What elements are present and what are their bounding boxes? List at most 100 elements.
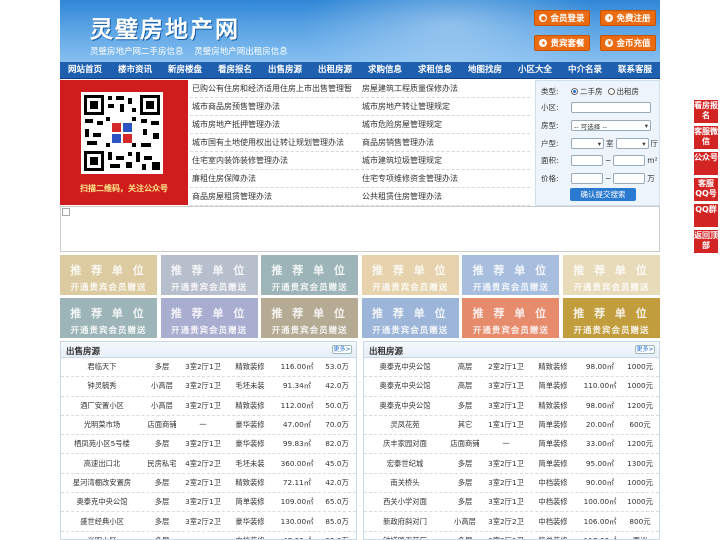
radio-second-hand[interactable] — [571, 88, 578, 95]
area-max-input[interactable] — [613, 155, 646, 166]
listing-community[interactable]: 宏泰世纪城 — [364, 459, 446, 469]
policy-link[interactable]: 商品房销售管理办法 — [360, 134, 530, 151]
ad-tile[interactable]: 推 荐 单 位开通贵宾会员赠送 — [261, 298, 359, 338]
policy-link[interactable]: 廉租住房保障办法 — [190, 170, 360, 187]
nav-map[interactable]: 地图找房 — [460, 62, 510, 78]
table-row[interactable]: 南关桥头 多层 3室2厅1卫 中档装修 90.00㎡ 1000元 — [364, 474, 659, 494]
ad-tile[interactable]: 推 荐 单 位开通贵宾会员赠送 — [60, 298, 157, 338]
table-row[interactable]: 奥泰克中央公馆 多层 3室2厅1卫 精致装修 98.00㎡ 1200元 — [364, 397, 659, 416]
table-row[interactable]: 光明小区多层一中档装修47.00㎡29.0万 — [61, 532, 356, 539]
listing-community[interactable]: 奥泰克中央公馆 — [61, 497, 143, 507]
listing-community[interactable]: 庆丰家园对面 — [364, 439, 446, 449]
subtitle-link-rent[interactable]: 灵璧房地产网出租房信息 — [194, 47, 288, 57]
ad-tile[interactable]: 推 荐 单 位开通贵宾会员赠送 — [563, 298, 660, 338]
listing-community[interactable]: 酒厂安置小区 — [61, 401, 143, 411]
table-row[interactable]: 酒厂安置小区 小高层 3室2厅1卫 精致装修 112.00㎡ 50.0万 — [61, 397, 356, 416]
listing-community[interactable]: 君临天下 — [61, 362, 143, 372]
side-qq[interactable]: 客服QQ号 — [694, 178, 718, 201]
ad-tile[interactable]: 推 荐 单 位开通贵宾会员赠送 — [60, 255, 157, 295]
nav-sale[interactable]: 出售房源 — [260, 62, 310, 78]
nav-contact[interactable]: 联系客服 — [610, 62, 660, 78]
price-min-input[interactable] — [571, 173, 603, 184]
listing-community[interactable]: 奥泰克中央公馆 — [364, 381, 446, 391]
vip-package-button[interactable]: ★ 贵宾套餐 — [534, 35, 590, 51]
ad-tile[interactable]: 推 荐 单 位开通贵宾会员赠送 — [160, 255, 258, 295]
price-max-input[interactable] — [613, 173, 646, 184]
banner-image[interactable] — [60, 206, 660, 252]
ad-tile[interactable]: 推 荐 单 位开通贵宾会员赠送 — [361, 255, 459, 295]
policy-link[interactable]: 城市房地产抵押管理办法 — [190, 116, 360, 133]
ad-tile[interactable]: 推 荐 单 位开通贵宾会员赠送 — [462, 298, 560, 338]
table-row[interactable]: 奥泰克中央公馆 高层 2室2厅1卫 精致装修 98.00㎡ 1000元 — [364, 358, 659, 378]
table-row[interactable]: 光明菜市场 店面商铺 一 豪华装修 47.00㎡ 70.0万 — [61, 416, 356, 436]
listing-community[interactable]: 新政府斜对门 — [364, 517, 446, 527]
table-row[interactable]: 君临天下 多层 3室2厅1卫 精致装修 116.00㎡ 53.0万 — [61, 358, 356, 378]
nav-wanted-rent[interactable]: 求租信息 — [410, 62, 460, 78]
policy-link[interactable]: 城市危险房屋管理规定 — [360, 116, 530, 133]
login-button[interactable]: ● 会员登录 — [534, 10, 590, 26]
nav-agents[interactable]: 中介名录 — [560, 62, 610, 78]
policy-link[interactable]: 房屋建筑工程质量保修办法 — [360, 80, 530, 97]
community-input[interactable] — [571, 102, 651, 113]
nav-home[interactable]: 网站首页 — [60, 62, 110, 78]
table-row[interactable]: 高速出口北 民房私宅 4室2厅2卫 毛坯未装 360.00㎡ 45.0万 — [61, 454, 356, 474]
side-official-account[interactable]: 公众号 — [694, 152, 718, 175]
ad-tile[interactable]: 推 荐 单 位开通贵宾会员赠送 — [563, 255, 660, 295]
site-title[interactable]: 灵璧房地产网 — [90, 10, 240, 44]
policy-link[interactable]: 城市房地产转让管理规定 — [360, 98, 530, 115]
listing-community[interactable]: 光明菜市场 — [61, 420, 143, 430]
nav-new-homes[interactable]: 新房楼盘 — [160, 62, 210, 78]
side-viewing-signup[interactable]: 看房报名 — [694, 100, 718, 123]
house-type-select[interactable]: -- 可选择 -- ▾ — [571, 120, 651, 131]
policy-link[interactable]: 住宅专项维修资金管理办法 — [360, 170, 530, 187]
listing-community[interactable]: 盛世经典小区 — [61, 517, 143, 527]
radio-rental[interactable] — [607, 88, 615, 95]
nav-rent[interactable]: 出租房源 — [310, 62, 360, 78]
listing-community[interactable]: 光明小区 — [61, 536, 143, 539]
side-back-to-top[interactable]: 返回顶部 — [694, 230, 718, 253]
table-row[interactable]: 新政府斜对门 小高层 3室2厅2卫 中档装修 106.00㎡ 800元 — [364, 512, 659, 532]
listing-community[interactable]: 西关小学对面 — [364, 497, 446, 507]
nav-communities[interactable]: 小区大全 — [510, 62, 560, 78]
table-row[interactable]: 宏泰世纪城 多层 3室2厅1卫 简单装修 95.00㎡ 1300元 — [364, 454, 659, 474]
nav-wanted-buy[interactable]: 求购信息 — [360, 62, 410, 78]
ad-tile[interactable]: 推 荐 单 位开通贵宾会员赠送 — [361, 298, 459, 338]
table-row[interactable]: 钟馗路工艺厂多层3室2厅1卫简单装修117.00㎡面议 — [364, 532, 659, 539]
listing-community[interactable]: 南关桥头 — [364, 478, 446, 488]
register-button[interactable]: + 免费注册 — [600, 10, 656, 26]
side-qq-group[interactable]: QQ群 — [694, 204, 718, 227]
rent-more-link[interactable]: 更多> — [635, 345, 655, 354]
room-select[interactable]: ▾ — [571, 138, 604, 149]
policy-link[interactable]: 已购公有住房和经济适用住房上市出售管理暂 — [190, 80, 360, 97]
policy-link[interactable]: 城市建筑垃圾管理规定 — [360, 152, 530, 169]
search-submit-button[interactable]: 确认提交搜索 — [570, 188, 636, 201]
listing-community[interactable]: 奥泰克中央公馆 — [364, 401, 446, 411]
nav-viewing-signup[interactable]: 看房报名 — [210, 62, 260, 78]
ad-tile[interactable]: 推 荐 单 位开通贵宾会员赠送 — [462, 255, 560, 295]
table-row[interactable]: 栖凤苑小区5号楼 多层 3室2厅1卫 豪华装修 99.83㎡ 82.0万 — [61, 435, 356, 455]
side-wechat[interactable]: 客服微信 — [694, 126, 718, 149]
table-row[interactable]: 盛世经典小区 多层 3室2厅2卫 豪华装修 130.00㎡ 85.0万 — [61, 512, 356, 532]
table-row[interactable]: 钟灵毓秀 小高层 3室2厅1卫 毛坯未装 91.34㎡ 42.0万 — [61, 377, 356, 397]
policy-link[interactable]: 公共租赁住房管理办法 — [360, 188, 530, 205]
listing-community[interactable]: 钟馗路工艺厂 — [364, 536, 446, 539]
ad-tile[interactable]: 推 荐 单 位开通贵宾会员赠送 — [261, 255, 359, 295]
subtitle-link-sale[interactable]: 灵璧房地产网二手房信息 — [90, 47, 184, 57]
table-row[interactable]: 奥泰克中央公馆 高层 3室2厅1卫 简单装修 110.00㎡ 1000元 — [364, 377, 659, 397]
table-row[interactable]: 庆丰家园对面 店面商铺 一 简单装修 33.00㎡ 1200元 — [364, 435, 659, 455]
listing-community[interactable]: 高速出口北 — [61, 459, 143, 469]
recharge-button[interactable]: ¥ 金币充值 — [600, 35, 656, 51]
policy-link[interactable]: 商品房屋租赁管理办法 — [190, 188, 360, 205]
hall-select[interactable]: ▾ — [615, 138, 649, 149]
policy-link[interactable]: 城市商品房预售管理办法 — [190, 98, 360, 115]
area-min-input[interactable] — [571, 155, 603, 166]
listing-community[interactable]: 钟灵毓秀 — [61, 381, 143, 391]
table-row[interactable]: 西关小学对面 多层 3室2厅1卫 中档装修 100.00㎡ 1000元 — [364, 493, 659, 513]
table-row[interactable]: 星河湾棚改安置房 多层 2室2厅1卫 精致装修 72.11㎡ 42.0万 — [61, 474, 356, 494]
sale-more-link[interactable]: 更多> — [332, 345, 352, 354]
ad-tile[interactable]: 推 荐 单 位开通贵宾会员赠送 — [160, 298, 258, 338]
listing-community[interactable]: 栖凤苑小区5号楼 — [61, 439, 143, 449]
policy-link[interactable]: 住宅室内装饰装修管理办法 — [190, 152, 360, 169]
nav-news[interactable]: 楼市资讯 — [110, 62, 160, 78]
listing-community[interactable]: 星河湾棚改安置房 — [61, 478, 143, 488]
